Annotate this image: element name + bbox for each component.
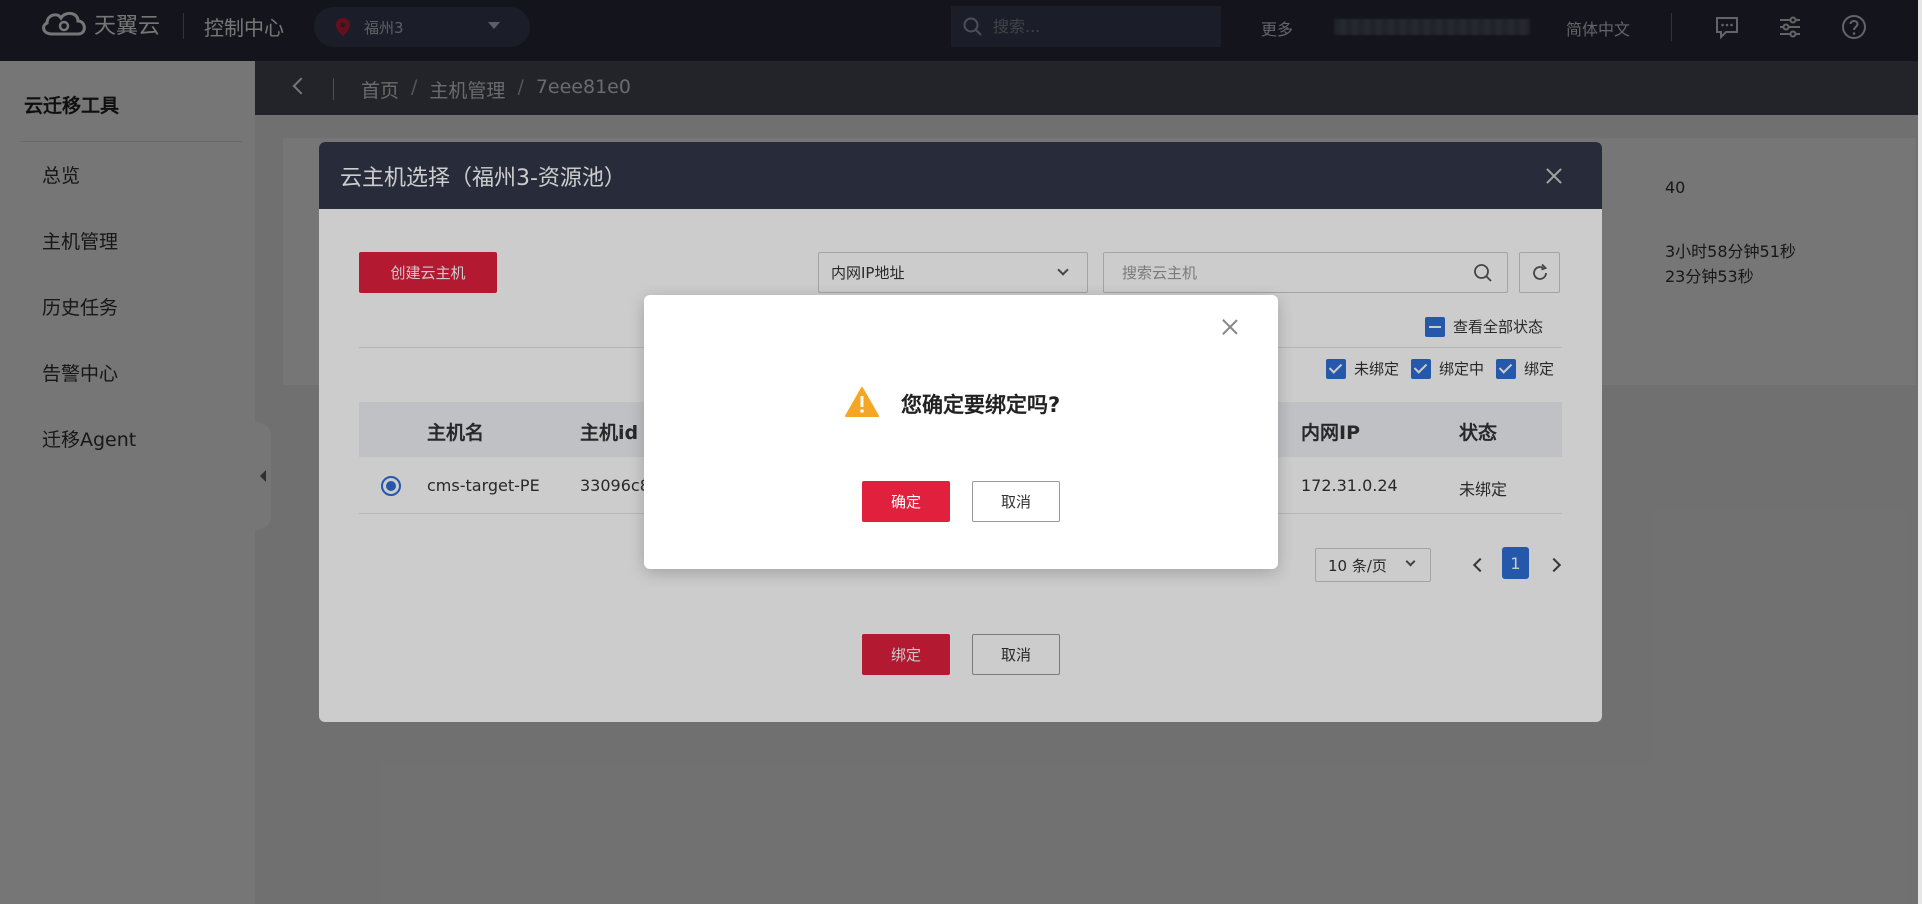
confirm-ok-button[interactable]: 确定 [862,481,950,522]
confirm-bind-dialog: 您确定要绑定吗? 确定 取消 [644,295,1278,569]
warning-icon [845,387,879,417]
scrollbar[interactable] [1918,0,1922,904]
confirm-message: 您确定要绑定吗? [901,393,1061,417]
confirm-cancel-button[interactable]: 取消 [972,481,1060,522]
close-icon[interactable] [1222,319,1238,335]
